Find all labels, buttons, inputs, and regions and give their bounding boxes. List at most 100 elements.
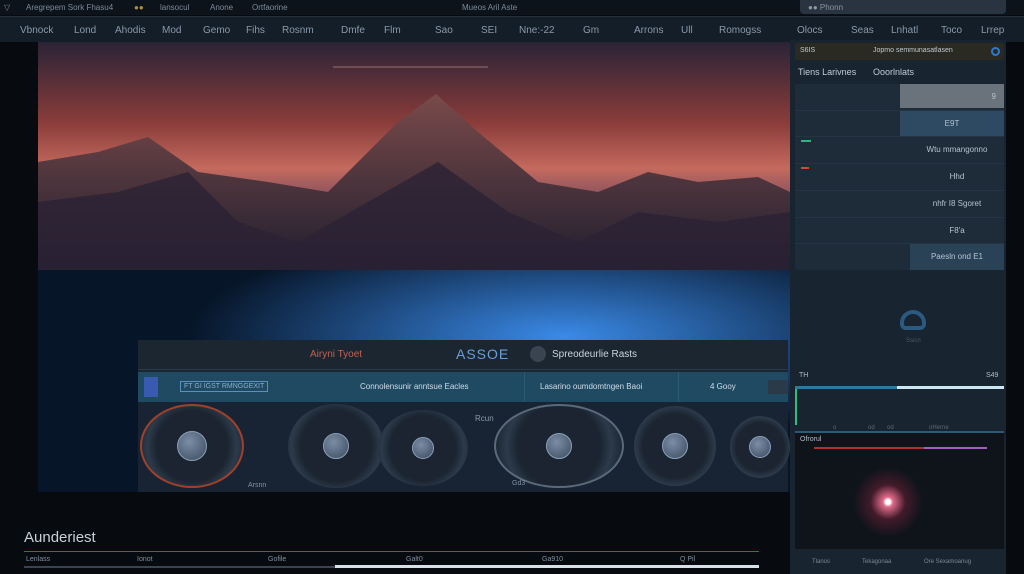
- row-value: F8'a: [949, 226, 965, 235]
- playhead[interactable]: [795, 389, 797, 425]
- app-menu-icon[interactable]: ▽: [4, 3, 10, 12]
- graph-title: Ofrorul: [800, 436, 822, 443]
- menu-item[interactable]: Toco: [941, 25, 962, 36]
- toolbar-right-label: Lasarino oumdomtngen Baoi: [540, 382, 643, 391]
- section-divider: [24, 551, 759, 552]
- toolbar-small-button[interactable]: 4 Gooy: [710, 382, 736, 391]
- column-label: Ionot: [137, 556, 153, 563]
- title-menu-item[interactable]: lansocul: [160, 3, 189, 12]
- user-avatar-icon[interactable]: [900, 310, 926, 330]
- search-icon: ●●: [808, 3, 820, 12]
- menu-item[interactable]: Gemo: [203, 25, 230, 36]
- menu-item[interactable]: Ahodis: [115, 25, 146, 36]
- graph-purple-line: [924, 447, 987, 449]
- toolbar-menu-button[interactable]: [768, 380, 788, 394]
- column-label: Gofile: [268, 556, 287, 563]
- app-logo-icon: ●●: [134, 3, 144, 12]
- knob-group-label: Rcun: [475, 414, 494, 423]
- menu-item[interactable]: Rosnm: [282, 25, 314, 36]
- knob-5[interactable]: [634, 406, 716, 486]
- table-row[interactable]: Paesln ond E1: [795, 243, 1004, 270]
- title-menu-item[interactable]: Ortfaorine: [252, 3, 288, 12]
- divider: [678, 372, 679, 402]
- footer-label: Tlanos: [812, 559, 831, 565]
- menu-item[interactable]: Dmfe: [341, 25, 365, 36]
- menu-item[interactable]: Nne:-22: [519, 25, 555, 36]
- scrollbar-thumb[interactable]: [335, 565, 759, 568]
- timeline-track[interactable]: [795, 386, 1004, 389]
- menu-item[interactable]: Olocs: [797, 25, 823, 36]
- column-label: Galt0: [406, 556, 423, 563]
- graph-panel: Ofrorul: [795, 431, 1004, 549]
- toolbar-center-label: Connolensunir anntsue Eacles: [360, 382, 469, 391]
- parameter-table: 9 E9T Wtu mmangonno Hhd nhfr I8 Sgoret F…: [795, 84, 1004, 270]
- plugin-header: Airyni Tyoet ASSOE Spreodeurlie Rasts: [138, 340, 788, 370]
- plugin-left-title: Airyni Tyoet: [310, 349, 363, 360]
- green-marker: [801, 140, 811, 142]
- tab-lanes[interactable]: Tiens Larivnes: [798, 67, 856, 77]
- plugin-toolbar: FT GI IGST RMNGGEXIT Connolensunir annts…: [138, 372, 788, 402]
- tab-options[interactable]: Ooorlnlats: [873, 67, 914, 77]
- search-input[interactable]: ●● Phonn: [800, 0, 1006, 14]
- footer-label: Tekagonaa: [862, 559, 892, 565]
- menu-item[interactable]: Lnhatl: [891, 25, 918, 36]
- right-inspector-panel: S6IS Jopmo semmunasatlasen Tiens Larivne…: [790, 40, 1006, 574]
- menu-item[interactable]: Ull: [681, 25, 693, 36]
- knob-row: Rcun Arsnn Gd3: [138, 402, 790, 492]
- header-left-label: S6IS: [800, 47, 816, 54]
- menu-item[interactable]: Arrons: [634, 25, 663, 36]
- column-label: Lenlass: [26, 556, 51, 563]
- plugin-panel: Airyni Tyoet ASSOE Spreodeurlie Rasts FT…: [138, 340, 790, 492]
- inspector-header: S6IS Jopmo semmunasatlasen: [795, 43, 1004, 60]
- column-label: Q Pil: [680, 556, 696, 563]
- menu-item[interactable]: Mod: [162, 25, 181, 36]
- table-row[interactable]: nhfr I8 Sgoret: [795, 190, 1004, 217]
- timeline-progress: [897, 386, 1004, 389]
- plugin-right-title: Spreodeurlie Rasts: [552, 349, 638, 360]
- menu-item[interactable]: SEI: [481, 25, 497, 36]
- table-row[interactable]: Hhd: [795, 163, 1004, 190]
- column-label: Ga910: [542, 556, 564, 563]
- table-row[interactable]: 9: [795, 84, 1004, 111]
- window-title: Mueos Aril Aste: [462, 3, 518, 12]
- preset-tag[interactable]: FT GI IGST RMNGGEXIT: [180, 381, 269, 392]
- row-value: Hhd: [949, 172, 965, 181]
- row-value: nhfr I8 Sgoret: [932, 199, 982, 208]
- knob-6[interactable]: [730, 416, 790, 478]
- plugin-logo-icon: [530, 346, 546, 362]
- knob-2[interactable]: [288, 404, 384, 488]
- footer-label: Ore Sexamoanug: [924, 559, 972, 565]
- knob-label: Arsnn: [248, 482, 267, 489]
- timeline-end: S49: [986, 372, 999, 379]
- menu-item[interactable]: Flm: [384, 25, 401, 36]
- section-title: Aunderiest: [24, 529, 96, 546]
- table-row[interactable]: F8'a: [795, 217, 1004, 244]
- header-right-label: Jopmo semmunasatlasen: [873, 47, 953, 54]
- row-value: Wtu mmangonno: [926, 145, 988, 154]
- knob-1[interactable]: [140, 404, 244, 488]
- menu-item[interactable]: Vbnock: [20, 25, 53, 36]
- knob-label: Gd3: [512, 480, 526, 487]
- menu-item[interactable]: Seas: [851, 25, 874, 36]
- menu-item[interactable]: Lrrep: [981, 25, 1004, 36]
- menu-item[interactable]: Romogss: [719, 25, 761, 36]
- search-placeholder: Phonn: [819, 3, 844, 12]
- table-row[interactable]: E9T: [795, 110, 1004, 137]
- signal-dot[interactable]: [853, 467, 923, 537]
- row-value: Paesln ond E1: [910, 244, 1004, 270]
- title-menu-item[interactable]: Anone: [210, 3, 233, 12]
- knob-4[interactable]: [494, 404, 624, 488]
- knob-3[interactable]: [378, 410, 468, 486]
- channel-icon[interactable]: [144, 377, 158, 397]
- menu-item[interactable]: Lond: [74, 25, 96, 36]
- row-value: 9: [900, 84, 1004, 108]
- menu-item[interactable]: Sao: [435, 25, 453, 36]
- timeline-start: TH: [799, 372, 809, 379]
- power-icon[interactable]: [991, 47, 1000, 56]
- avatar-label: Ssicn: [906, 338, 921, 344]
- red-marker: [801, 167, 809, 169]
- table-row[interactable]: Wtu mmangonno: [795, 136, 1004, 163]
- graph-red-line: [814, 447, 924, 449]
- menu-item[interactable]: Fihs: [246, 25, 265, 36]
- menu-item[interactable]: Gm: [583, 25, 599, 36]
